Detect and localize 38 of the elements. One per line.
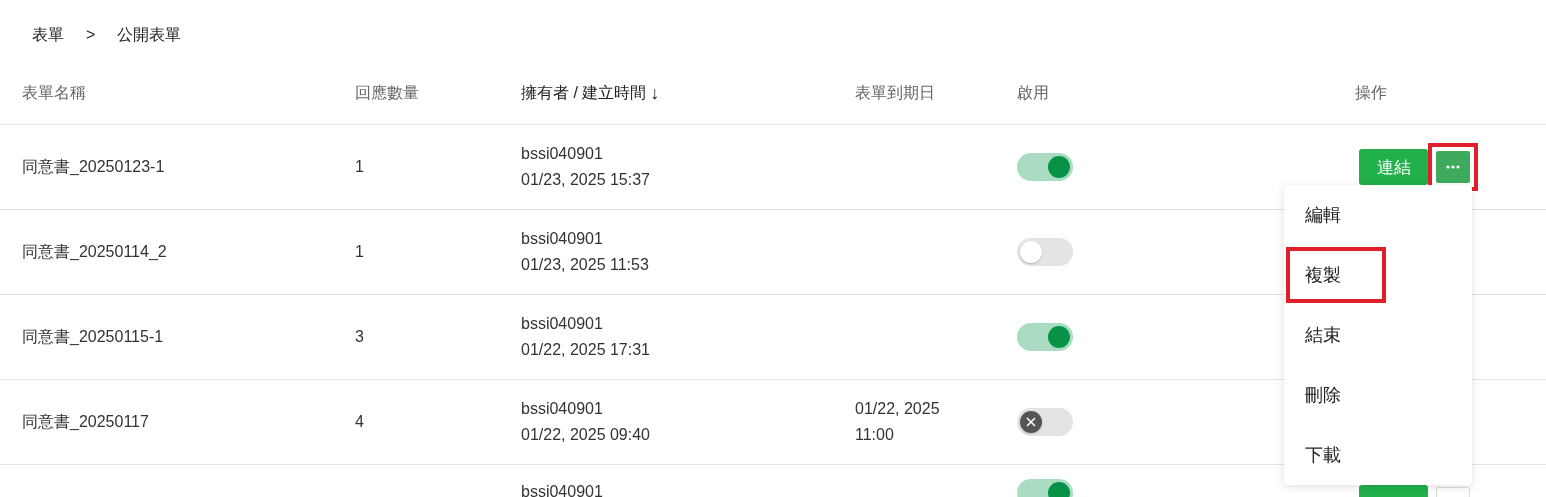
owner-name: bssi040901 — [521, 314, 604, 334]
response-count: 1 — [355, 243, 364, 260]
owner-name: bssi040901 — [521, 482, 604, 497]
created-time: 01/23, 2025 15:37 — [521, 170, 651, 190]
column-header: 操作 — [1355, 82, 1387, 103]
response-count: 3 — [355, 328, 364, 345]
created-time: 01/23, 2025 11:53 — [521, 255, 650, 275]
owner-name: bssi040901 — [521, 144, 604, 164]
due-date: 01/22, 2025 11:00 — [855, 399, 941, 445]
response-count: 4 — [355, 413, 364, 430]
menu-item[interactable]: 複製 — [1284, 245, 1388, 305]
column-header: 表單名稱 — [22, 82, 86, 103]
form-name: 同意書_20250115-1 — [22, 328, 164, 345]
breadcrumb-link[interactable]: 表單 — [32, 24, 64, 46]
created-time: 01/22, 2025 17:31 — [521, 340, 651, 360]
toggle-switch[interactable] — [1017, 323, 1073, 351]
sort-arrow-icon[interactable]: ↓ — [650, 82, 660, 104]
menu-item[interactable]: 編輯 — [1284, 185, 1472, 245]
menu-item[interactable]: 結束 — [1284, 305, 1472, 365]
form-name: 同意書_20250117 — [22, 413, 149, 430]
menu-item[interactable]: 下載 — [1284, 425, 1472, 485]
column-header: 表單到期日 — [855, 82, 935, 103]
column-header: 啟用 — [1017, 82, 1049, 103]
form-name: 同意書_20250123-1 — [22, 158, 165, 175]
menu-item[interactable]: 刪除 — [1284, 365, 1472, 425]
owner-name: bssi040901 — [521, 399, 604, 419]
form-name: 同意書_20250114_2 — [22, 243, 167, 260]
response-count: 1 — [355, 158, 364, 175]
breadcrumb-current: 公開表單 — [117, 24, 182, 45]
column-header: 回應數量 — [355, 82, 419, 103]
breadcrumb-separator: > — [86, 26, 96, 44]
x-icon — [1026, 417, 1036, 427]
more-icon — [1446, 165, 1460, 169]
column-header[interactable]: 擁有者 / 建立時間 — [521, 82, 647, 104]
created-time: 01/22, 2025 09:40 — [521, 425, 651, 445]
owner-name: bssi040901 — [521, 229, 604, 249]
toggle-switch[interactable] — [1017, 238, 1073, 266]
toggle-switch[interactable] — [1017, 153, 1073, 181]
